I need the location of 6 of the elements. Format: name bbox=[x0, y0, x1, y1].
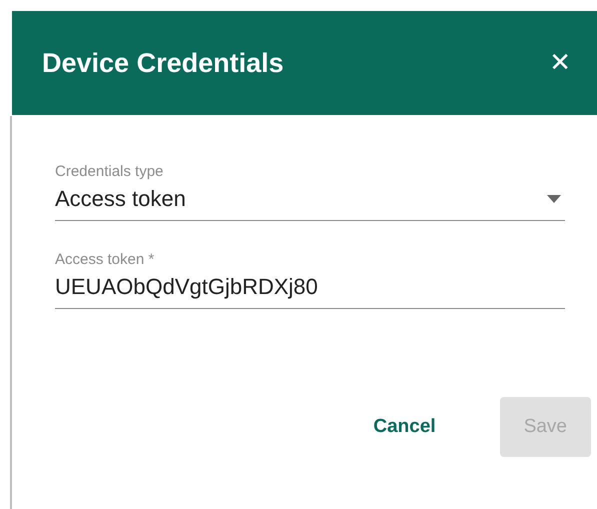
input-field[interactable]: Access token * UEUAObQdVgtGjbRDXj80 bbox=[55, 251, 565, 309]
cancel-button[interactable]: Cancel bbox=[349, 397, 460, 457]
dropdown-caret-icon bbox=[547, 195, 561, 203]
dialog-title: Device Credentials bbox=[42, 48, 284, 78]
select-field[interactable]: Credentials type Access token bbox=[55, 163, 565, 221]
close-button[interactable]: ✕ bbox=[549, 48, 571, 78]
